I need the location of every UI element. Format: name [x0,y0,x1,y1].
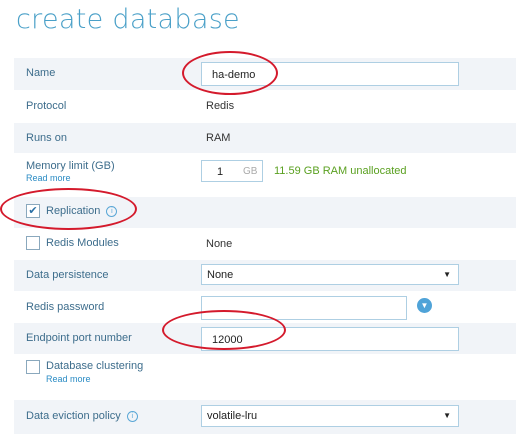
redis-password-row: Redis password ▼ [14,292,516,323]
protocol-value: Redis [206,100,235,112]
endpoint-port-label: Endpoint port number [26,332,132,344]
redis-password-input[interactable] [201,295,407,320]
name-input[interactable]: ha-demo [201,62,459,86]
protocol-row: Protocol Redis [14,91,516,123]
eviction-policy-label-wrap: Data eviction policy i [26,410,138,422]
info-icon[interactable]: i [126,410,138,422]
database-clustering-row: Database clustering Read more [14,355,516,400]
data-persistence-select[interactable]: None ▼ [201,264,459,285]
page-title: create database [16,4,240,35]
chevron-down-circle-icon[interactable]: ▼ [417,297,432,313]
chevron-down-icon: ▼ [443,410,451,420]
data-persistence-row: Data persistence None ▼ [14,260,516,292]
redis-modules-label: Redis Modules [46,236,119,249]
name-row: Name ha-demo [14,58,516,91]
protocol-label: Protocol [26,100,67,112]
runs-on-label: Runs on [26,131,67,144]
redis-password-label: Redis password [26,300,105,313]
memory-limit-input[interactable]: 1 GB [201,160,263,182]
ram-unallocated-note: 11.59 GB RAM unallocated [274,165,407,177]
data-persistence-label: Data persistence [26,269,109,281]
name-label: Name [26,67,56,79]
memory-read-more-link[interactable]: Read more [26,173,71,183]
runs-on-row: Runs on RAM [14,122,516,154]
info-icon[interactable]: i [106,206,118,217]
endpoint-port-row: Endpoint port number 12000 [14,323,516,355]
database-clustering-checkbox[interactable] [26,359,40,374]
data-persistence-value: None [207,269,234,281]
replication-label: Replication [46,205,101,217]
endpoint-port-input[interactable]: 12000 [201,327,459,351]
create-database-form: Name ha-demo Protocol Redis Runs on RAM … [14,58,516,435]
redis-modules-value: None [206,237,233,250]
database-clustering-label: Database clustering [46,359,144,372]
chevron-down-icon: ▼ [443,270,451,279]
runs-on-value: RAM [206,131,231,144]
clustering-read-more-link[interactable]: Read more [46,374,91,384]
eviction-policy-value: volatile-lru [207,409,258,422]
memory-limit-value: 1 [217,166,224,178]
redis-modules-row: Redis Modules None [14,229,516,260]
eviction-policy-label: Data eviction policy [26,409,121,422]
memory-limit-unit: GB [243,166,258,177]
eviction-policy-select[interactable]: volatile-lru ▼ [201,404,459,427]
memory-limit-label: Memory limit (GB) [26,160,115,172]
replication-checkbox[interactable]: ✔ [26,204,40,218]
memory-limit-row: Memory limit (GB) Read more 1 GB 11.59 G… [14,154,516,197]
redis-modules-checkbox[interactable] [26,235,40,250]
replication-label-wrap: Replication i [46,205,118,217]
replication-row: ✔ Replication i [14,197,516,229]
eviction-policy-row: Data eviction policy i volatile-lru ▼ [14,399,516,435]
